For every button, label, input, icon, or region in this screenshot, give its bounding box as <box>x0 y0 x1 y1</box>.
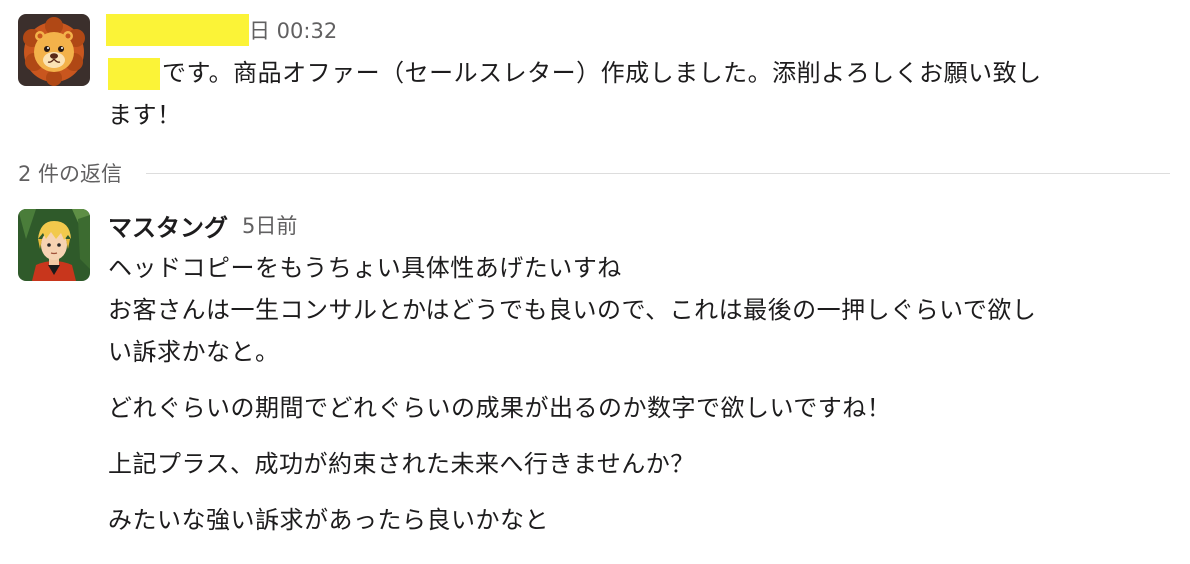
message-timestamp[interactable]: 日 00:32 <box>249 15 337 45</box>
redacted-name <box>108 58 160 90</box>
message-text-line: みたいな強い訴求があったら良いかなと <box>108 506 549 534</box>
divider-line <box>146 172 1170 174</box>
thread-replies-divider: 2 件の返信 <box>18 158 1170 188</box>
message-content: 日 00:32 です。商品オファー（セールスレター）作成しました。添削よろしくお… <box>106 14 1170 136</box>
message-text-line: お客さんは一生コンサルとかはどうでも良いので、これは最後の一押しぐらいで欲し <box>108 296 1037 324</box>
blond-anime-character-avatar-icon[interactable] <box>18 209 90 281</box>
message-meta: マスタング 5日前 <box>108 208 1170 243</box>
message-text-line: です。商品オファー（セールスレター）作成しました。添削よろしくお願い致し <box>108 52 1170 94</box>
redacted-username <box>106 14 249 46</box>
message-text-line: 上記プラス、成功が約束された未来へ行きませんか？ <box>108 450 695 478</box>
message-text-line: い訴求かなと。 <box>108 338 280 366</box>
reply-username[interactable]: マスタング <box>108 208 228 243</box>
message-meta: 日 00:32 <box>106 14 1170 46</box>
replies-count-label: 2 件の返信 <box>18 162 123 186</box>
message-content: マスタング 5日前 ヘッドコピーをもうちょい具体性あげたいすね お客さんは一生コ… <box>108 209 1170 541</box>
reply-timestamp[interactable]: 5日前 <box>242 210 297 240</box>
lion-avatar-icon[interactable] <box>18 14 90 86</box>
message-text-line: ます！ <box>108 101 182 129</box>
message-text-line: どれぐらいの期間でどれぐらいの成果が出るのか数字で欲しいですね！ <box>108 394 892 422</box>
message-text-line: ヘッドコピーをもうちょい具体性あげたいすね <box>108 254 622 282</box>
